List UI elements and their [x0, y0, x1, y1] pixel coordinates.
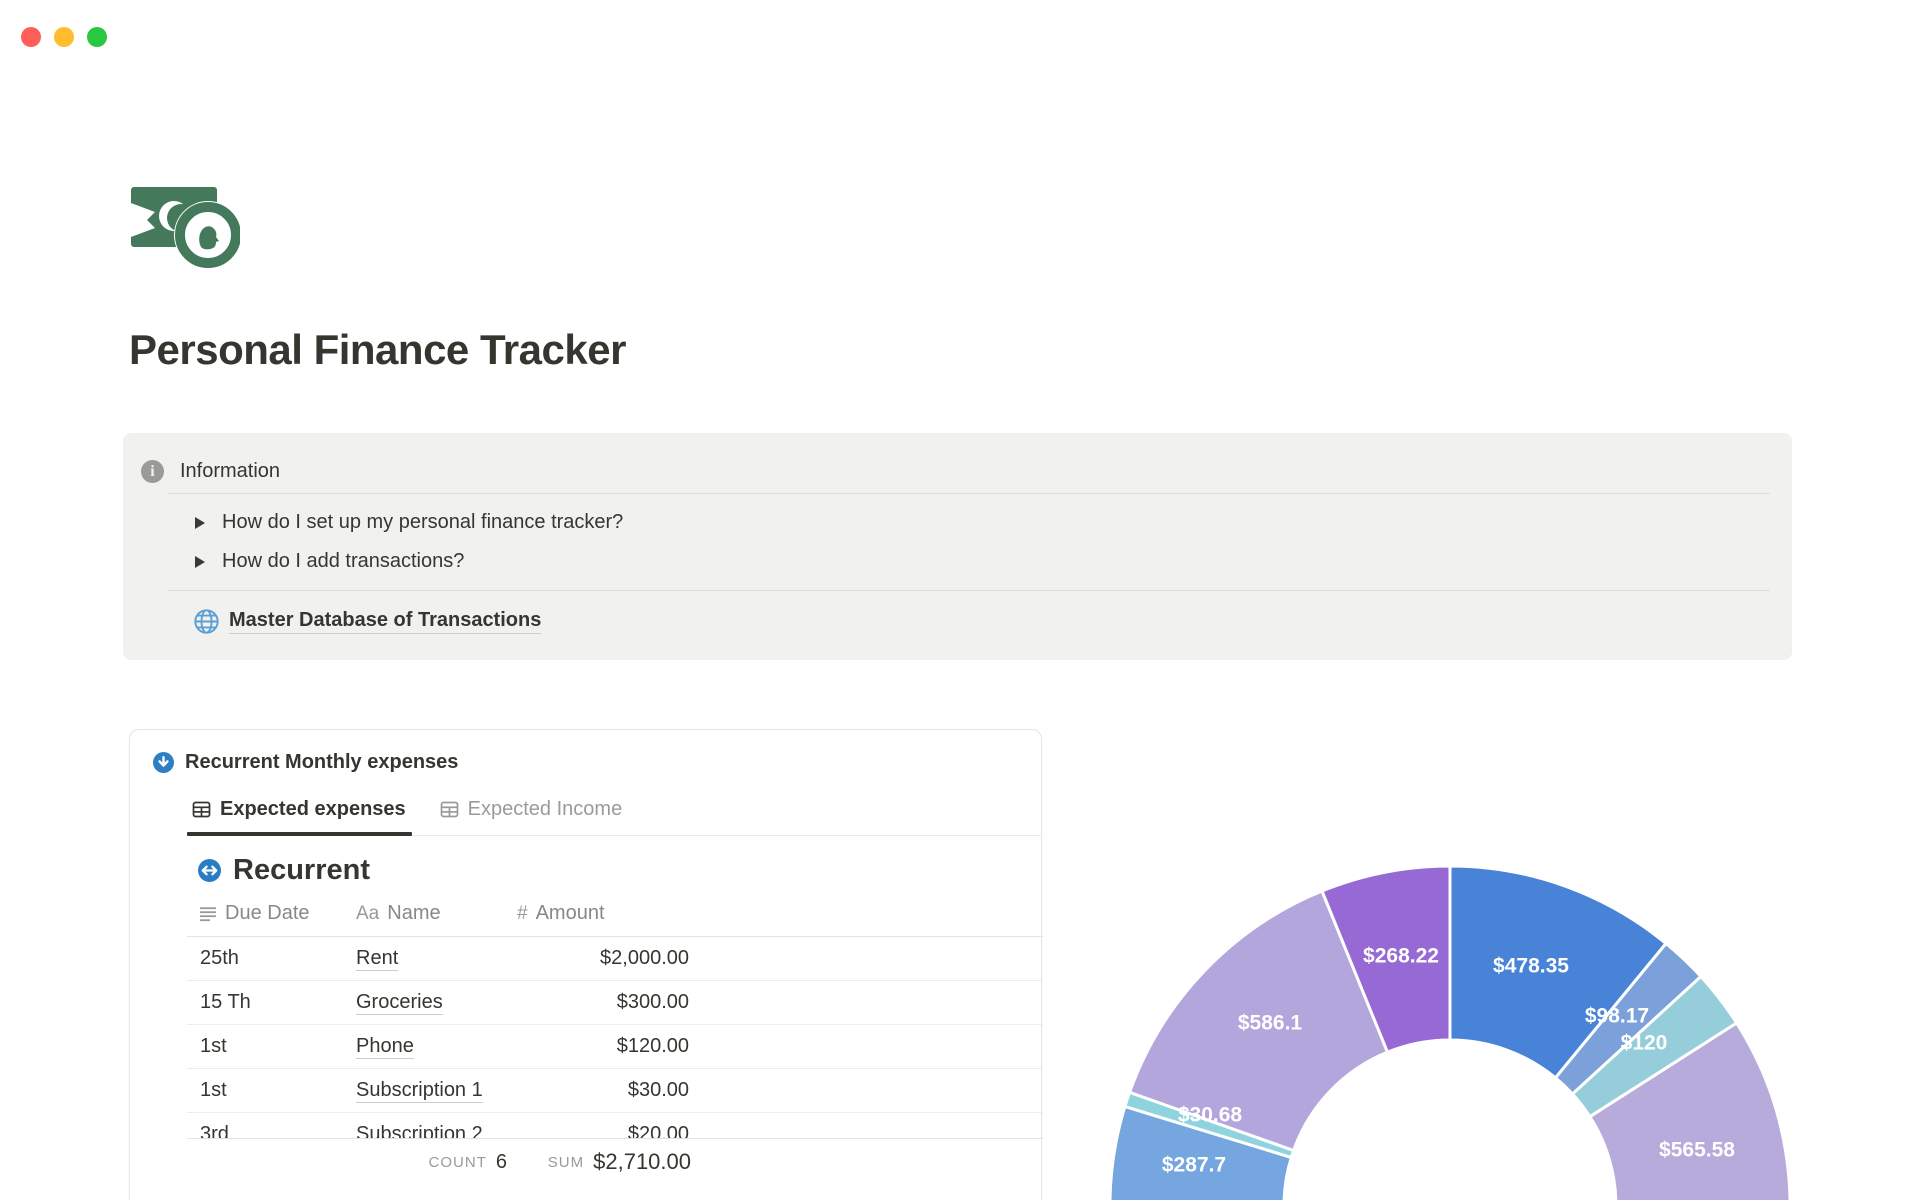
- tab-expected-income[interactable]: Expected Income: [435, 798, 630, 835]
- toggle-arrow-icon: [195, 555, 205, 568]
- database-title-row[interactable]: Recurrent: [198, 854, 370, 887]
- due-date-cell: 3rd: [200, 1123, 229, 1138]
- name-cell: Subscription 1: [348, 1079, 517, 1103]
- page-icon[interactable]: [128, 183, 240, 269]
- sum-value: $2,710.00: [593, 1149, 691, 1174]
- money-bill-coin-icon: [131, 187, 240, 269]
- name-cell-link[interactable]: Subscription 1: [356, 1079, 483, 1103]
- info-icon: i: [141, 460, 164, 483]
- amount-cell: $20.00: [627, 1123, 689, 1138]
- due-date-cell: 25th: [200, 947, 239, 969]
- master-database-link[interactable]: Master Database of Transactions: [193, 608, 542, 635]
- table-row[interactable]: 15 Th Groceries $300.00: [187, 981, 1043, 1025]
- due-date-cell: 1st: [200, 1079, 227, 1101]
- tab-label: Expected expenses: [220, 798, 406, 820]
- amount-cell: $30.00: [627, 1079, 689, 1101]
- donut-segment-label: $287.7: [1162, 1154, 1226, 1177]
- table-row[interactable]: 25th Rent $2,000.00: [187, 937, 1043, 981]
- donut-segment-label: $120: [1621, 1032, 1668, 1055]
- card-title: Recurrent Monthly expenses: [185, 751, 459, 773]
- count-calculation[interactable]: COUNT 6: [429, 1139, 507, 1185]
- number-property-icon: #: [517, 902, 528, 924]
- master-database-link-label: Master Database of Transactions: [229, 609, 542, 634]
- zoom-window-button[interactable]: [87, 27, 107, 47]
- amount-cell: $300.00: [616, 991, 689, 1013]
- table-row[interactable]: 1st Phone $120.00: [187, 1025, 1043, 1069]
- table-row[interactable]: 1st Subscription 1 $30.00: [187, 1069, 1043, 1113]
- name-cell-link[interactable]: Subscription 2: [356, 1123, 483, 1138]
- tab-label: Expected Income: [467, 798, 623, 820]
- circle-down-arrow-icon: [153, 752, 174, 773]
- close-window-button[interactable]: [21, 27, 41, 47]
- expenses-donut-chart: $478.35 $98.17 $120 $565.58 $287.7 $30.68 $586…: [1108, 864, 1792, 1200]
- name-cell-link[interactable]: Phone: [356, 1035, 414, 1059]
- column-header-name[interactable]: Aa Name: [348, 902, 517, 925]
- database-title: Recurrent: [233, 854, 370, 886]
- table-body: 25th Rent $2,000.00 15 Th Groceries $300.00 1s…: [187, 936, 1043, 1138]
- table-footer: COUNT 6 SUM $2,710.00: [187, 1138, 1043, 1185]
- globe-icon: [194, 609, 219, 634]
- view-tabs: Expected expenses Expected Income: [187, 798, 629, 835]
- name-cell: Rent: [348, 947, 517, 971]
- amount-cell: $120.00: [616, 1035, 689, 1057]
- toggle-add-transactions-question[interactable]: How do I add transactions?: [195, 550, 464, 573]
- toggle-arrow-icon: [195, 516, 205, 529]
- name-cell: Groceries: [348, 991, 517, 1015]
- donut-segment-label: $565.58: [1659, 1139, 1735, 1162]
- table-row[interactable]: 3rd Subscription 2 $20.00: [187, 1113, 1043, 1138]
- table-header-row: Due Date Aa Name # Amount: [187, 902, 1043, 925]
- circle-swap-arrows-icon: [198, 859, 221, 882]
- name-cell-link[interactable]: Rent: [356, 947, 399, 971]
- table-icon: [440, 801, 459, 818]
- callout-divider: [168, 590, 1770, 591]
- name-cell: Phone: [348, 1035, 517, 1059]
- table-icon: [192, 801, 211, 818]
- toggle-setup-question[interactable]: How do I set up my personal finance trac…: [195, 511, 623, 534]
- tab-expected-expenses[interactable]: Expected expenses: [187, 798, 413, 835]
- column-label: Due Date: [225, 902, 310, 924]
- donut-segment-label: $586.1: [1238, 1012, 1303, 1035]
- callout-divider: [168, 493, 1770, 494]
- donut-segment-label: $268.22: [1363, 945, 1439, 968]
- sum-calculation[interactable]: SUM $2,710.00: [548, 1139, 691, 1185]
- count-label: COUNT: [428, 1153, 487, 1171]
- name-cell-link[interactable]: Groceries: [356, 991, 443, 1015]
- toggle-label: How do I add transactions?: [222, 550, 465, 572]
- column-header-amount[interactable]: # Amount: [517, 902, 697, 925]
- name-cell: Subscription 2: [348, 1123, 517, 1138]
- callout-title: Information: [180, 460, 281, 482]
- column-header-due-date[interactable]: Due Date: [187, 902, 348, 925]
- notion-page: Personal Finance Tracker i Information H…: [0, 0, 1920, 1200]
- toggle-label: How do I set up my personal finance trac…: [222, 511, 624, 533]
- column-label: Name: [387, 902, 441, 924]
- recurrent-expenses-card: Recurrent Monthly expenses Expected expe…: [129, 729, 1043, 1200]
- active-tab-underline: [187, 832, 412, 836]
- information-callout: i Information How do I set up my persona…: [123, 433, 1792, 660]
- minimize-window-button[interactable]: [54, 27, 74, 47]
- sum-label: SUM: [547, 1153, 585, 1171]
- donut-segment-label: $30.68: [1178, 1104, 1243, 1127]
- text-lines-icon: [200, 906, 216, 921]
- page-title: Personal Finance Tracker: [129, 326, 626, 373]
- amount-cell: $2,000.00: [600, 947, 689, 969]
- due-date-cell: 15 Th: [200, 991, 251, 1013]
- count-value: 6: [495, 1150, 507, 1173]
- donut-segment-label: $478.35: [1493, 955, 1569, 978]
- column-label: Amount: [535, 902, 605, 924]
- due-date-cell: 1st: [200, 1035, 227, 1057]
- text-property-icon: Aa: [356, 902, 380, 924]
- donut-segment-label: $98.17: [1585, 1005, 1649, 1028]
